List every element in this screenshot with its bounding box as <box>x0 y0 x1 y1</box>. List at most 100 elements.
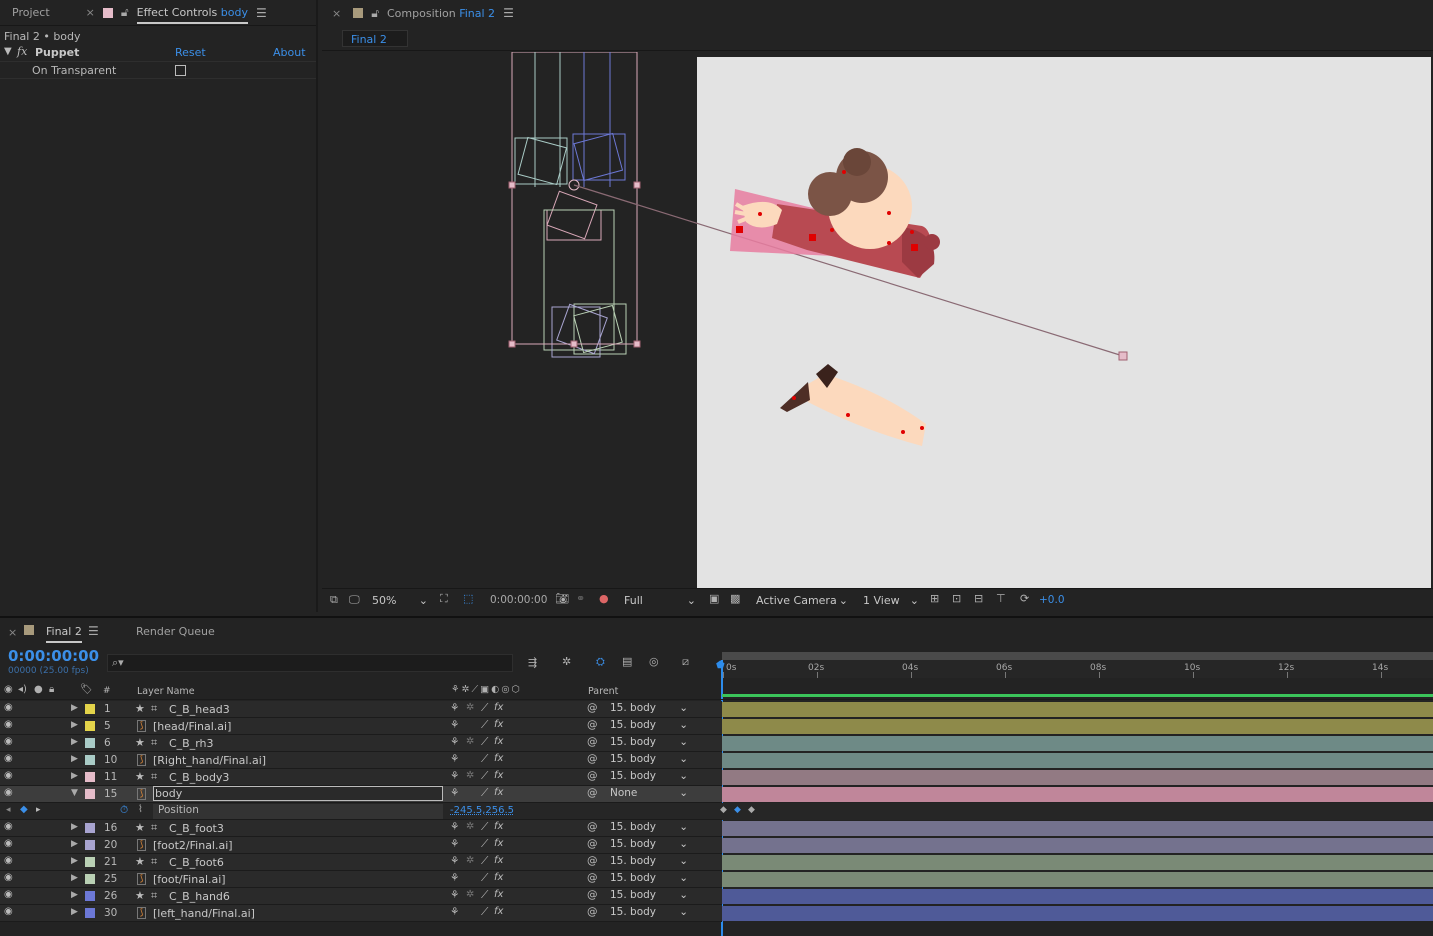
close-icon[interactable]: × <box>332 7 341 20</box>
expand-arrow-icon[interactable]: ▶ <box>71 856 78 866</box>
eye-icon[interactable]: ◉ <box>4 684 13 695</box>
eye-icon[interactable]: ◉ <box>4 906 13 917</box>
keyframe-icon[interactable]: ◆ <box>720 805 727 815</box>
comp-mini-flowchart-icon[interactable]: ⇶ <box>528 656 537 669</box>
lock-icon[interactable]: 🔓︎ <box>121 5 129 20</box>
layer-name[interactable]: C_B_hand6 <box>169 890 230 903</box>
fx-switch-icon[interactable]: fx <box>494 787 503 798</box>
eye-icon[interactable]: ◉ <box>4 770 13 781</box>
fx-switch-icon[interactable]: fx <box>494 719 503 730</box>
quality-switch-icon[interactable]: ⟋ <box>481 770 488 783</box>
layer-row[interactable]: ◉ ▶ 11 ★ ⌗ C_B_body3 ⚘ ✲ ⟋ fx @15. body ⌄ <box>0 769 722 786</box>
fx-switch-icon[interactable]: fx <box>494 702 503 713</box>
expand-arrow-icon[interactable]: ▶ <box>71 720 78 730</box>
shy-switch-icon[interactable]: ⚘ <box>450 736 459 748</box>
shy-switch-icon[interactable]: ⚘ <box>450 906 459 918</box>
quality-switch-icon[interactable]: ⟋ <box>481 838 488 851</box>
layer-label-color[interactable] <box>85 789 95 799</box>
shy-switch-icon[interactable]: ⚘ <box>450 753 459 765</box>
shy-switch-icon[interactable]: ⚘ <box>450 855 459 867</box>
tab-composition[interactable]: Composition Final 2 <box>387 7 495 20</box>
layer-label-color[interactable] <box>85 738 95 748</box>
star-icon[interactable]: ★ <box>135 770 145 783</box>
current-time-display[interactable]: 0:00:00:00 <box>8 647 99 665</box>
layer-row[interactable]: ◉ ▶ 16 ★ ⌗ C_B_foot3 ⚘ ✲ ⟋ fx @15. body ⌄ <box>0 820 722 837</box>
camera-snapshot-icon[interactable]: 📷︎ <box>555 592 569 605</box>
layer-name[interactable]: [left_hand/Final.ai] <box>153 907 255 920</box>
timeline-icon[interactable]: ⊟ <box>974 592 983 605</box>
layer-label-color[interactable] <box>85 908 95 918</box>
eye-icon[interactable]: ◉ <box>4 821 13 832</box>
expand-arrow-icon[interactable]: ▶ <box>71 873 78 883</box>
shy-switch-icon[interactable]: ⚘ <box>450 838 459 850</box>
layer-duration-bar[interactable] <box>722 855 1433 870</box>
layer-row[interactable]: ◉ ▶ 10 ⟆ [Right_hand/Final.ai] ⚘ ⟋ fx @15. body ⌄ <box>0 752 722 769</box>
quality-switch-icon[interactable]: ⟋ <box>481 906 488 919</box>
collapse-switch-icon[interactable]: ✲ <box>466 770 474 781</box>
mask-visibility-icon[interactable]: ⬚ <box>463 592 473 605</box>
resolution-dropdown[interactable]: Full ⌄ <box>620 592 700 609</box>
composition-viewer[interactable] <box>322 52 1433 588</box>
pick-whip-icon[interactable]: @ <box>587 872 598 884</box>
position-value[interactable]: -245.5,256.5 <box>450 805 514 816</box>
star-icon[interactable]: ★ <box>135 855 145 868</box>
shy-switch-icon[interactable]: ⚘ <box>450 719 459 731</box>
eye-icon[interactable]: ◉ <box>4 719 13 730</box>
expand-arrow-icon[interactable]: ▶ <box>71 839 78 849</box>
layer-label-color[interactable] <box>85 772 95 782</box>
parent-dropdown[interactable]: 15. body ⌄ <box>606 872 692 887</box>
stopwatch-icon[interactable]: ⏱︎ <box>120 804 128 817</box>
layer-duration-bar[interactable] <box>722 736 1433 751</box>
layer-row[interactable]: ◉ ▼ 15 ⟆ body ⚘ ⟋ fx @ None ⌄ <box>0 786 722 803</box>
collapse-switch-icon[interactable]: ✲ <box>466 855 474 866</box>
zoom-dropdown[interactable]: 50% ⌄ <box>368 592 432 609</box>
layer-name[interactable]: body <box>153 786 443 801</box>
layer-row[interactable]: ◉ ▶ 25 ⟆ [foot/Final.ai] ⚘ ⟋ fx @15. body ⌄ <box>0 871 722 888</box>
layer-duration-bar[interactable] <box>722 906 1433 921</box>
layer-name[interactable]: [foot2/Final.ai] <box>153 839 233 852</box>
fx-switch-icon[interactable]: fx <box>494 821 503 832</box>
layer-row[interactable]: ◉ ▶ 6 ★ ⌗ C_B_rh3 ⚘ ✲ ⟋ fx @15. body ⌄ <box>0 735 722 752</box>
layer-row[interactable]: ◉ ▶ 20 ⟆ [foot2/Final.ai] ⚘ ⟋ fx @15. body ⌄ <box>0 837 722 854</box>
expand-arrow-icon[interactable]: ▶ <box>71 822 78 832</box>
tab-project[interactable]: Project <box>12 6 50 19</box>
pick-whip-icon[interactable]: @ <box>587 753 598 765</box>
expand-arrow-icon[interactable]: ▼ <box>4 46 12 57</box>
layer-name[interactable]: [Right_hand/Final.ai] <box>153 754 266 767</box>
tab-render-queue[interactable]: Render Queue <box>136 625 215 638</box>
property-row-position[interactable]: ◂ ◆ ▸ ⏱︎ ⌇ Position -245.5,256.5 <box>0 803 722 820</box>
parent-dropdown[interactable]: 15. body ⌄ <box>606 719 692 734</box>
parent-dropdown[interactable]: 15. body ⌄ <box>606 736 692 751</box>
pick-whip-icon[interactable]: @ <box>587 889 598 901</box>
fx-switch-icon[interactable]: fx <box>494 838 503 849</box>
keyframe-icon[interactable]: ◆ <box>734 805 741 815</box>
column-layer-name[interactable]: Layer Name <box>137 686 195 697</box>
quality-switch-icon[interactable]: ⟋ <box>481 702 488 715</box>
layer-duration-bar[interactable] <box>722 889 1433 904</box>
keyframe-icon[interactable]: ◆ <box>748 805 755 815</box>
playhead-handle-icon[interactable]: ⬟ <box>716 660 725 671</box>
effect-row-puppet[interactable]: ▼ fx Puppet Reset About <box>0 45 316 62</box>
layer-label-color[interactable] <box>85 840 95 850</box>
pick-whip-icon[interactable]: @ <box>587 821 598 833</box>
quality-switch-icon[interactable]: ⟋ <box>481 719 488 732</box>
audio-icon[interactable]: ◂) <box>18 684 27 695</box>
quality-switch-icon[interactable]: ⟋ <box>481 872 488 885</box>
eye-icon[interactable]: ◉ <box>4 838 13 849</box>
label-icon[interactable]: 🏷︎ <box>80 684 93 695</box>
pick-whip-icon[interactable]: @ <box>587 906 598 918</box>
layer-duration-bar[interactable] <box>722 787 1433 802</box>
quality-switch-icon[interactable]: ⟋ <box>481 787 488 800</box>
eye-icon[interactable]: ◉ <box>4 872 13 883</box>
layer-duration-bar[interactable] <box>722 753 1433 768</box>
fx-icon[interactable]: fx <box>17 45 27 58</box>
layer-row[interactable]: ◉ ▶ 30 ⟆ [left_hand/Final.ai] ⚘ ⟋ fx @15. body ⌄ <box>0 905 722 922</box>
parent-dropdown[interactable]: 15. body ⌄ <box>606 770 692 785</box>
fx-switch-icon[interactable]: fx <box>494 855 503 866</box>
star-icon[interactable]: ★ <box>135 821 145 834</box>
layer-name[interactable]: C_B_foot3 <box>169 822 224 835</box>
eye-icon[interactable]: ◉ <box>4 736 13 747</box>
layer-label-color[interactable] <box>85 857 95 867</box>
panel-menu-icon[interactable]: ☰ <box>503 6 514 20</box>
eye-icon[interactable]: ◉ <box>4 787 13 798</box>
